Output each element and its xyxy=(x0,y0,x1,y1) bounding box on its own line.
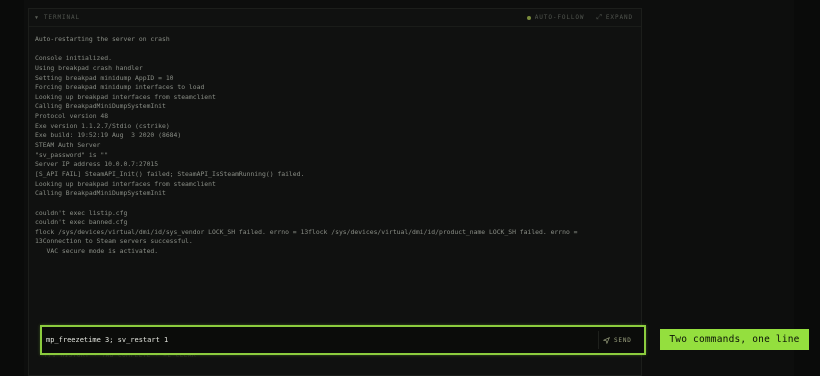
log-line: STEAM Auth Server xyxy=(35,141,101,150)
log-line: Looking up breakpad interfaces from stea… xyxy=(35,179,216,188)
send-button[interactable]: SEND xyxy=(603,331,632,349)
log-line: "sv_password" is "" xyxy=(35,150,109,159)
terminal-title-group[interactable]: ▼ TERMINAL xyxy=(35,14,80,21)
send-label: SEND xyxy=(614,336,632,344)
log-line: Console initialized. xyxy=(35,54,112,63)
log-line: Setting breakpad minidump AppID = 10 xyxy=(35,73,174,82)
terminal-panel: ▼ TERMINAL AUTO-FOLLOW ⤢ EXPAND Auto-res… xyxy=(28,8,642,376)
expand-button[interactable]: ⤢ EXPAND xyxy=(596,13,633,22)
terminal-controls: AUTO-FOLLOW ⤢ EXPAND xyxy=(526,13,633,22)
log-line: Server IP address 10.0.0.7:27015 xyxy=(35,160,159,169)
auto-follow-label: AUTO-FOLLOW xyxy=(534,14,585,21)
caret-down-icon: ▼ xyxy=(35,14,39,21)
log-line: Forcing breakpad minidump interfaces to … xyxy=(35,83,205,92)
paper-plane-icon xyxy=(603,336,610,344)
log-line: Exe build: 19:52:19 Aug 3 2020 (8684) xyxy=(35,131,182,140)
expand-label: EXPAND xyxy=(605,14,633,21)
terminal-output: Auto-restarting the server on crash Conso… xyxy=(35,35,635,257)
log-line: Protocol version 48 xyxy=(35,112,109,121)
log-line: flock /sys/devices/virtual/dmi/id/sys_ve… xyxy=(35,227,578,236)
log-line: Exe version 1.1.2.7/Stdio (cstrike) xyxy=(35,121,170,130)
annotation-callout: Two commands, one line xyxy=(660,329,809,350)
log-line: Calling BreakpadMiniDumpSystemInit xyxy=(35,189,166,198)
log-line: [S_API FAIL] SteamAPI_Init() failed; Ste… xyxy=(35,169,305,178)
status-dot-icon xyxy=(526,15,531,20)
terminal-title: TERMINAL xyxy=(43,14,81,21)
command-input[interactable] xyxy=(46,331,596,349)
terminal-header: ▼ TERMINAL AUTO-FOLLOW ⤢ EXPAND xyxy=(29,9,641,27)
command-bar: SEND xyxy=(40,325,646,355)
log-line: Calling BreakpadMiniDumpSystemInit xyxy=(35,102,166,111)
log-line: Looking up breakpad interfaces from stea… xyxy=(35,92,216,101)
expand-arrows-icon: ⤢ xyxy=(596,13,603,21)
log-line: 13Connection to Steam servers successful… xyxy=(35,237,193,246)
callout-text: Two commands, one line xyxy=(669,334,800,345)
send-divider xyxy=(598,331,599,349)
log-line: Auto-restarting the server on crash xyxy=(35,35,170,43)
log-line: couldn't exec listip.cfg xyxy=(35,208,128,217)
log-line: VAC secure mode is activated. xyxy=(35,247,159,256)
auto-follow-toggle[interactable]: AUTO-FOLLOW xyxy=(526,14,585,21)
log-line: couldn't exec banned.cfg xyxy=(35,218,128,227)
log-line: Using breakpad crash handler xyxy=(35,63,143,72)
